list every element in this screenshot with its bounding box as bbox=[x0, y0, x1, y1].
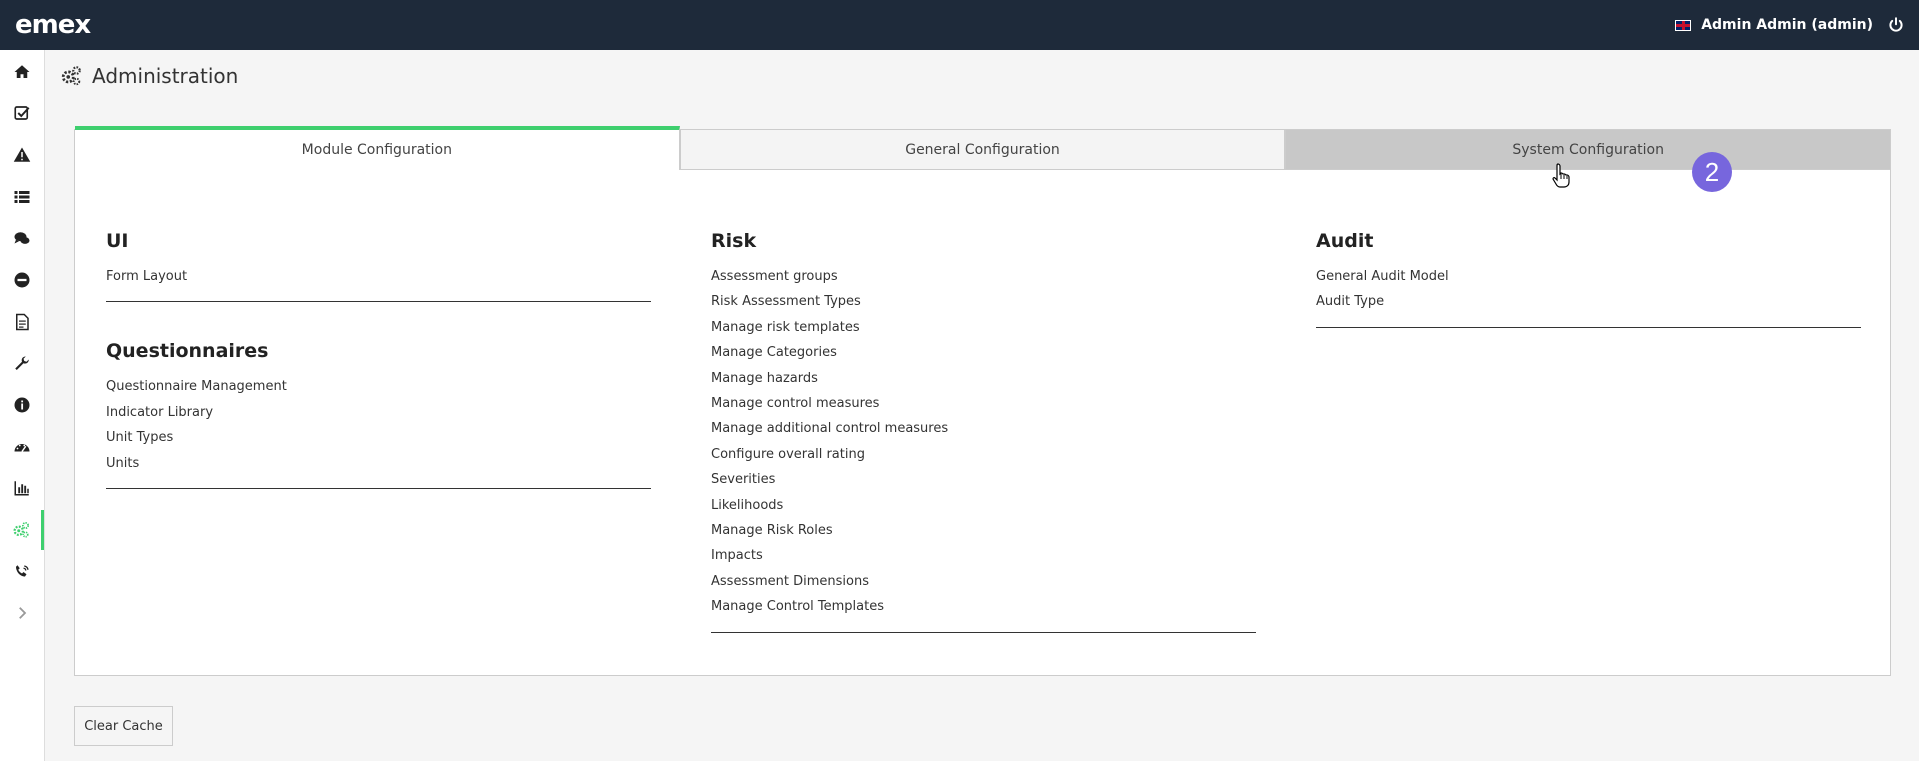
top-bar: emex Admin Admin (admin) bbox=[0, 0, 1919, 50]
sidebar-expand[interactable] bbox=[0, 593, 44, 633]
section-ui: UI Form Layout bbox=[106, 230, 651, 303]
phone-icon bbox=[16, 565, 29, 577]
page-title: Administration bbox=[92, 64, 239, 88]
uk-flag-icon[interactable] bbox=[1675, 19, 1692, 31]
link-general-audit-model[interactable]: General Audit Model bbox=[1316, 264, 1861, 289]
sidebar bbox=[0, 50, 45, 761]
power-icon[interactable] bbox=[1887, 16, 1905, 34]
sidebar-item-dashboard[interactable] bbox=[0, 427, 44, 467]
sidebar-item-home[interactable] bbox=[0, 52, 44, 92]
link-audit-type[interactable]: Audit Type bbox=[1316, 289, 1861, 314]
link-risk-assessment-types[interactable]: Risk Assessment Types bbox=[711, 289, 1256, 314]
section-title-risk: Risk bbox=[711, 230, 757, 252]
divider bbox=[1316, 326, 1861, 328]
list-icon bbox=[14, 191, 30, 203]
column-audit: Audit General Audit Model Audit Type bbox=[1316, 230, 1861, 328]
divider bbox=[711, 631, 1256, 633]
gears-icon bbox=[13, 521, 29, 538]
tab-system-configuration[interactable]: System Configuration bbox=[1285, 130, 1891, 170]
hand-cursor-icon bbox=[1552, 163, 1570, 188]
checkbox-icon bbox=[14, 106, 30, 120]
gears-icon bbox=[61, 66, 81, 86]
dashboard-icon bbox=[14, 444, 30, 452]
admin-panel: Module Configuration General Configurati… bbox=[74, 126, 1891, 676]
link-manage-hazards[interactable]: Manage hazards bbox=[711, 366, 1256, 391]
link-manage-risk-templates[interactable]: Manage risk templates bbox=[711, 315, 1256, 340]
sidebar-item-documents[interactable] bbox=[0, 302, 44, 342]
wrench-icon bbox=[15, 356, 29, 370]
sidebar-item-comments[interactable] bbox=[0, 219, 44, 259]
link-form-layout[interactable]: Form Layout bbox=[106, 264, 651, 289]
section-title-audit: Audit bbox=[1316, 230, 1374, 252]
link-manage-additional-control-measures[interactable]: Manage additional control measures bbox=[711, 416, 1256, 441]
bar-chart-icon bbox=[14, 481, 29, 496]
sidebar-item-tasks[interactable] bbox=[0, 93, 44, 133]
comments-icon bbox=[14, 232, 30, 244]
sidebar-item-reports[interactable] bbox=[0, 468, 44, 508]
column-ui: UI Form Layout Questionnaires Questionna… bbox=[106, 230, 651, 490]
link-severities[interactable]: Severities bbox=[711, 467, 1256, 492]
app-logo[interactable]: emex bbox=[15, 10, 91, 40]
link-unit-types[interactable]: Unit Types bbox=[106, 425, 651, 450]
section-audit: Audit General Audit Model Audit Type bbox=[1316, 230, 1861, 328]
chevron-right-icon bbox=[19, 607, 27, 619]
link-manage-control-templates[interactable]: Manage Control Templates bbox=[711, 594, 1256, 619]
link-assessment-dimensions[interactable]: Assessment Dimensions bbox=[711, 569, 1256, 594]
divider bbox=[106, 301, 651, 303]
user-area: Admin Admin (admin) bbox=[1675, 0, 1905, 50]
minus-circle-icon bbox=[14, 272, 30, 288]
link-manage-risk-roles[interactable]: Manage Risk Roles bbox=[711, 518, 1256, 543]
clear-cache-button[interactable]: Clear Cache bbox=[74, 706, 173, 746]
link-questionnaire-management[interactable]: Questionnaire Management bbox=[106, 374, 651, 399]
link-likelihoods[interactable]: Likelihoods bbox=[711, 493, 1256, 518]
sidebar-item-lists[interactable] bbox=[0, 177, 44, 217]
section-risk: Risk Assessment groups Risk Assessment T… bbox=[711, 230, 1256, 633]
link-manage-control-measures[interactable]: Manage control measures bbox=[711, 391, 1256, 416]
section-title-questionnaires: Questionnaires bbox=[106, 340, 269, 363]
tab-bar: Module Configuration General Configurati… bbox=[75, 126, 1891, 170]
section-questionnaires: Questionnaires Questionnaire Management … bbox=[106, 340, 651, 490]
sidebar-item-incidents[interactable] bbox=[0, 135, 44, 175]
step-badge: 2 bbox=[1692, 152, 1732, 192]
document-icon bbox=[16, 313, 29, 331]
link-impacts[interactable]: Impacts bbox=[711, 543, 1256, 568]
divider bbox=[106, 488, 651, 490]
sidebar-item-support[interactable] bbox=[0, 552, 44, 592]
link-units[interactable]: Units bbox=[106, 451, 651, 476]
link-manage-categories[interactable]: Manage Categories bbox=[711, 340, 1256, 365]
link-indicator-library[interactable]: Indicator Library bbox=[106, 400, 651, 425]
sidebar-item-blocked[interactable] bbox=[0, 260, 44, 300]
warning-icon bbox=[13, 147, 31, 162]
section-title-ui: UI bbox=[106, 230, 129, 252]
tab-general-configuration[interactable]: General Configuration bbox=[679, 130, 1286, 170]
tab-module-configuration[interactable]: Module Configuration bbox=[75, 126, 680, 170]
user-menu[interactable]: Admin Admin (admin) bbox=[1701, 17, 1873, 33]
info-icon bbox=[14, 397, 30, 413]
link-assessment-groups[interactable]: Assessment groups bbox=[711, 264, 1256, 289]
sidebar-item-administration[interactable] bbox=[0, 510, 44, 550]
home-icon bbox=[14, 65, 30, 78]
sidebar-item-info[interactable] bbox=[0, 385, 44, 425]
column-risk: Risk Assessment groups Risk Assessment T… bbox=[711, 230, 1256, 633]
page-header: Administration bbox=[46, 50, 1919, 102]
link-configure-overall-rating[interactable]: Configure overall rating bbox=[711, 442, 1256, 467]
sidebar-item-tools[interactable] bbox=[0, 344, 44, 384]
